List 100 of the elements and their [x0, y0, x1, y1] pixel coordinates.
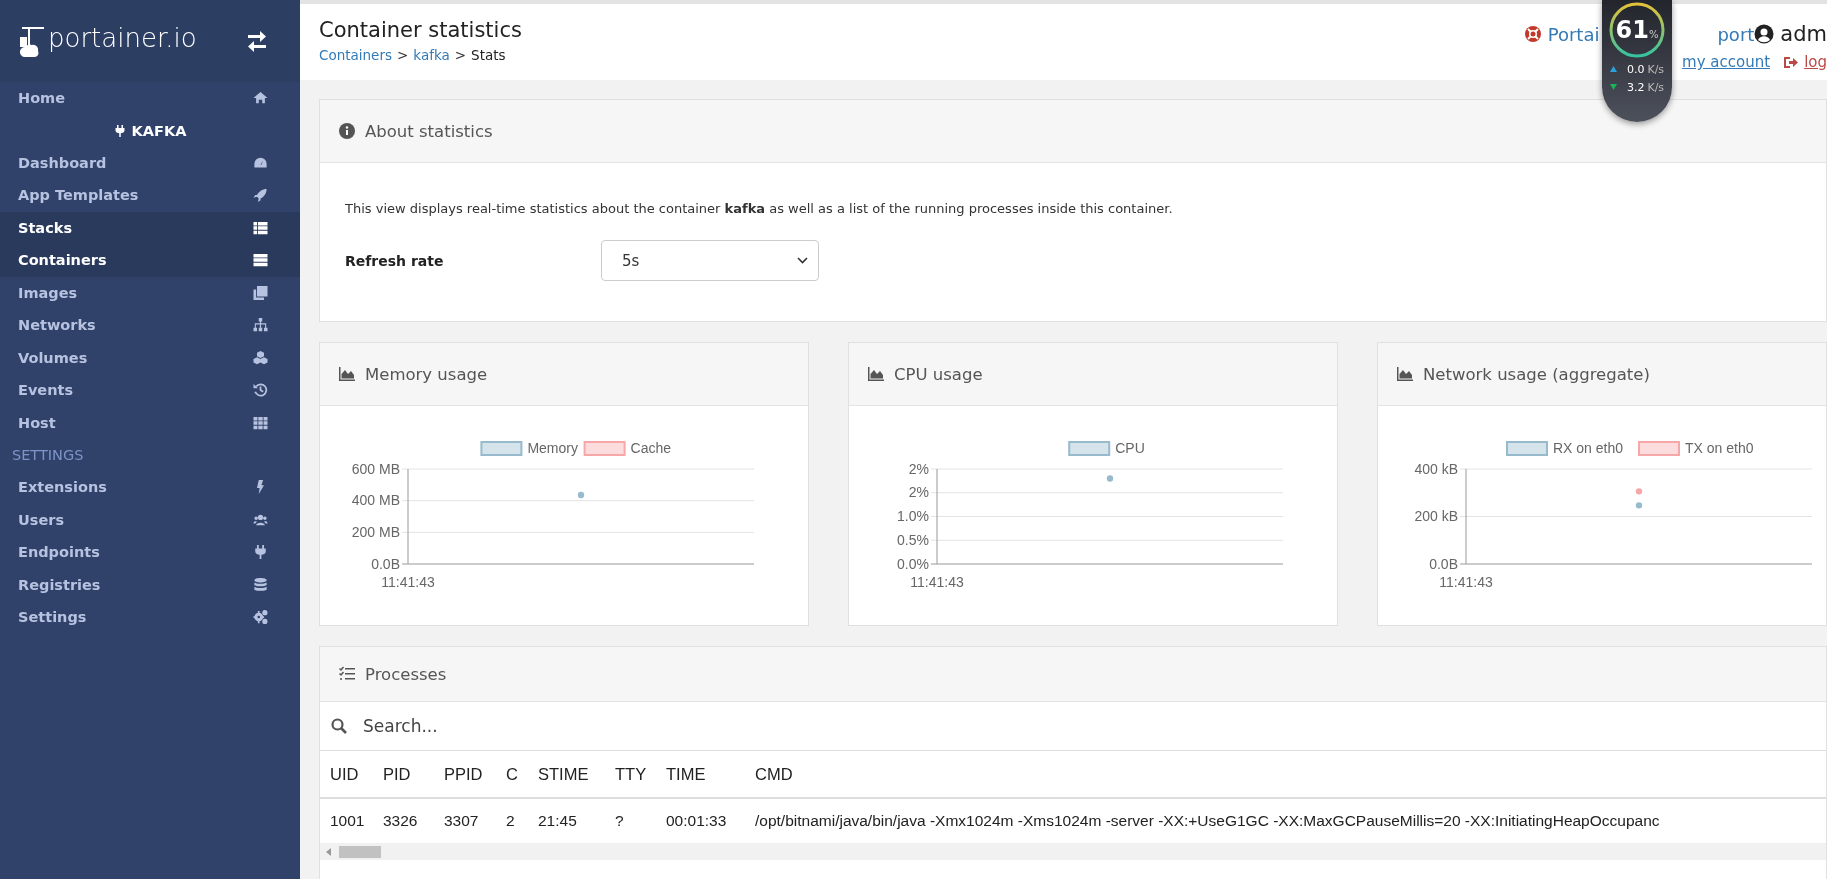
sitemap-icon [253, 318, 268, 333]
gauge-icon [253, 155, 268, 170]
area-chart-icon [1397, 366, 1413, 382]
sidebar-item[interactable]: Extensions [0, 471, 300, 504]
users-icon [253, 512, 268, 527]
breadcrumb-current: Stats [471, 47, 506, 63]
x-axis-label: 11:41:43 [381, 574, 435, 590]
list-icon [253, 220, 268, 235]
caret-icon [797, 257, 808, 264]
sidebar-item[interactable]: Registries [0, 568, 300, 601]
table-cell-text: 00:01:33 [666, 812, 728, 830]
sidebar-item[interactable]: Stacks [0, 211, 300, 244]
support-link[interactable]: port [1717, 23, 1755, 45]
sidebar-item[interactable]: Volumes [0, 341, 300, 374]
breadcrumb-separator: > [397, 47, 409, 63]
ring-drawing [1607, 0, 1667, 60]
legend-item[interactable]: Memory [480, 440, 578, 456]
sidebar-item[interactable]: Endpoints [0, 536, 300, 569]
sidebar-item[interactable]: Containers [0, 244, 300, 277]
rate-unit: K/s [1647, 80, 1665, 94]
y-tick-label: 0.5% [897, 531, 929, 548]
column-header[interactable]: STIME [538, 764, 615, 784]
y-tick-label: 1.0% [897, 508, 929, 524]
history-icon [253, 383, 268, 398]
legend-item[interactable]: TX on eth0 [1638, 440, 1754, 456]
rate-unit: K/s [1647, 62, 1665, 76]
sidebar-item[interactable]: Dashboard [0, 146, 300, 179]
field-label: Refresh rate [345, 252, 445, 269]
x-axis-label: 11:41:43 [1439, 574, 1493, 590]
area-chart-icon [339, 366, 355, 382]
database-icon [253, 577, 268, 592]
column-header[interactable]: PID [383, 764, 444, 784]
user-name: adm [1780, 22, 1827, 46]
column-header[interactable]: PPID [444, 764, 506, 784]
percent-unit: % [1648, 28, 1659, 40]
legend-label: TX on eth0 [1685, 440, 1754, 456]
y-tick-label: 400 MB [351, 492, 400, 509]
search-field[interactable]: Search... [361, 715, 765, 737]
column-header[interactable]: TTY [615, 764, 666, 784]
lifebuoy-icon [1523, 25, 1542, 43]
sidebar-item[interactable]: Home [0, 82, 300, 115]
y-tick-label: 400 kB [1414, 460, 1458, 477]
y-tick-label: 600 MB [351, 460, 400, 477]
logout-link[interactable]: log [1804, 53, 1827, 71]
crane-icon [18, 25, 46, 59]
support-link[interactable]: Portai [1547, 23, 1600, 45]
column-header[interactable]: TIME [666, 764, 755, 784]
table-cell-text: 1001 [330, 812, 366, 830]
tasks-icon [339, 666, 355, 682]
y-tick-label: 2% [908, 460, 929, 477]
copy-icon [253, 285, 268, 300]
table-cell-text: 21:45 [538, 812, 578, 830]
cpu-percent: 61 [1615, 16, 1649, 44]
panel-title: CPU usage [894, 364, 983, 384]
legend-item[interactable]: RX on eth0 [1506, 440, 1624, 456]
server-icon [253, 253, 268, 268]
legend-label: Memory [527, 440, 578, 456]
column-header[interactable]: CMD [755, 764, 1826, 784]
column-header[interactable]: C [506, 764, 538, 784]
grid-icon [253, 415, 268, 430]
search-icon [331, 718, 347, 734]
user-icon [1754, 24, 1775, 44]
plug-icon [113, 123, 126, 138]
panel-title: Memory usage [365, 364, 488, 384]
sidebar-item[interactable]: Settings [0, 601, 300, 634]
section-heading: SETTINGS [11, 446, 85, 465]
horizontal-scrollbar[interactable] [320, 843, 1826, 860]
y-tick-label: 200 MB [351, 523, 400, 540]
y-tick-label: 0.0B [371, 555, 400, 572]
x-axis-label: 11:41:43 [910, 574, 964, 590]
y-tick-label: 0.0B [1429, 555, 1458, 572]
swap-icon[interactable] [248, 30, 268, 52]
breadcrumb-link[interactable]: Containers [319, 47, 392, 63]
endpoint-name: KAFKA [131, 122, 187, 139]
logout-icon [1784, 54, 1799, 70]
scroll-left-icon [326, 847, 331, 856]
column-header[interactable]: UID [330, 764, 383, 784]
scrollbar-thumb[interactable] [339, 845, 381, 858]
area-chart-icon [868, 366, 884, 382]
page-title: Container statistics [319, 18, 522, 42]
account-link[interactable]: my account [1682, 53, 1771, 71]
rocket-icon [253, 188, 268, 203]
upload-rate: 0.0 [1626, 62, 1645, 76]
sidebar-item[interactable]: Networks [0, 309, 300, 342]
y-tick-label: 2% [908, 484, 929, 501]
table-cell-text: ? [615, 812, 625, 830]
plug-icon [253, 545, 268, 560]
sidebar-item[interactable]: Images [0, 276, 300, 309]
cubes-icon [253, 350, 268, 365]
legend-label: CPU [1115, 440, 1145, 456]
legend-label: RX on eth0 [1553, 440, 1624, 456]
sidebar-item[interactable]: App Templates [0, 179, 300, 212]
y-tick-label: 0.0% [897, 555, 929, 572]
sidebar-item[interactable]: Host [0, 406, 300, 439]
legend-item[interactable]: Cache [583, 440, 672, 456]
sidebar-item[interactable]: Users [0, 503, 300, 536]
sidebar-item[interactable]: Events [0, 374, 300, 407]
refresh-rate-select[interactable]: 5s [601, 240, 819, 281]
table-cell-text: 2 [506, 812, 516, 830]
breadcrumb-link[interactable]: kafka [413, 47, 450, 63]
